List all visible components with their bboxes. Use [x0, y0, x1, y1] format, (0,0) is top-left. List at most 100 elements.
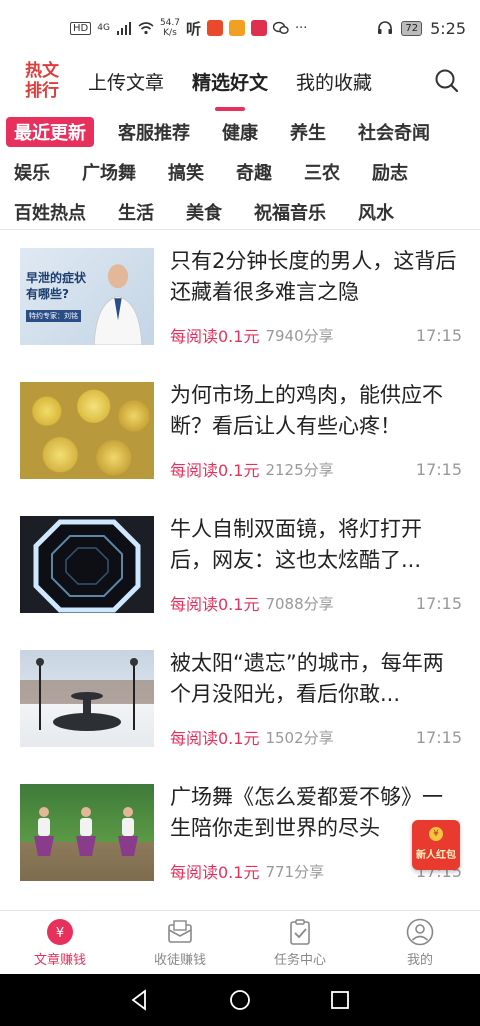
timestamp: 17:15 — [415, 459, 462, 479]
category-chips: 最近更新 客服推荐 健康 养生 社会奇闻 娱乐 广场舞 搞笑 奇趣 三农 励志 … — [0, 112, 480, 232]
net-speed: 54.7 K/s — [160, 18, 180, 38]
network-type: 4G — [97, 23, 110, 33]
category-square-dance[interactable]: 广场舞 — [74, 157, 144, 187]
article-thumbnail — [20, 382, 154, 479]
timestamp: 17:15 — [415, 593, 462, 613]
hd-label: HD — [70, 21, 92, 35]
coin-icon: ¥ — [429, 827, 443, 841]
article-thumbnail — [20, 784, 154, 881]
category-curiosities[interactable]: 奇趣 — [228, 157, 280, 187]
logo-line-2: 排行 — [25, 81, 59, 101]
category-life[interactable]: 生活 — [110, 197, 162, 227]
tab-my-favorites[interactable]: 我的收藏 — [296, 68, 372, 95]
category-inspirational[interactable]: 励志 — [364, 157, 416, 187]
battery-level: 72 — [401, 20, 423, 36]
category-social-oddities[interactable]: 社会奇闻 — [350, 117, 438, 147]
reward-text: 每阅读0.1元 — [170, 729, 260, 748]
envelope-icon — [168, 920, 192, 943]
home-icon[interactable] — [228, 988, 252, 1012]
category-food[interactable]: 美食 — [178, 197, 230, 227]
wifi-icon — [138, 22, 154, 35]
dancers-image — [34, 807, 138, 856]
share-count: 7088分享 — [265, 594, 334, 613]
bottom-nav: ¥ 文章赚钱 收徒赚钱 任务中心 我的 — [0, 910, 480, 974]
article-item[interactable]: 为何市场上的鸡肉，能供应不断？看后让人有些心疼！ 每阅读0.1元 2125分享 … — [0, 364, 480, 498]
city-square-image — [20, 658, 154, 731]
article-thumbnail: 早泄的症状有哪些? 特约专家：刘铭 — [20, 248, 154, 345]
category-latest[interactable]: 最近更新 — [6, 117, 94, 147]
app-logo[interactable]: 热文 排行 — [22, 61, 62, 101]
thumb-caption-name: 刘铭 — [64, 312, 78, 320]
category-agriculture[interactable]: 三农 — [296, 157, 348, 187]
reward-text: 每阅读0.1元 — [170, 595, 260, 614]
bottom-tab-task-center[interactable]: 任务中心 — [240, 911, 360, 974]
article-item[interactable]: 广场舞《怎么爱都爱不够》一生陪你走到世界的尽头 每阅读0.1元 771分享 17… — [0, 766, 480, 900]
category-wellness[interactable]: 养生 — [282, 117, 334, 147]
wechat-icon — [273, 21, 289, 34]
category-row-1: 最近更新 客服推荐 健康 养生 社会奇闻 — [0, 112, 480, 152]
category-funny[interactable]: 搞笑 — [160, 157, 212, 187]
bottom-tab-label: 收徒赚钱 — [153, 953, 206, 968]
app-notification-3-icon — [229, 20, 245, 36]
category-hot-topics[interactable]: 百姓热点 — [6, 197, 94, 227]
reward-text: 每阅读0.1元 — [170, 863, 260, 882]
article-title[interactable]: 被太阳“遗忘”的城市，每年两个月没阳光，看后你敢... — [170, 648, 460, 710]
category-health[interactable]: 健康 — [214, 117, 266, 147]
article-item[interactable]: 牛人自制双面镜，将灯打开后，网友：这也太炫酷了... 每阅读0.1元 7088分… — [0, 498, 480, 632]
top-nav: 热文 排行 上传文章 精选好文 我的收藏 — [0, 56, 480, 106]
timestamp: 17:15 — [415, 727, 462, 747]
back-icon[interactable] — [128, 988, 152, 1012]
share-count: 2125分享 — [265, 460, 334, 479]
red-packet-label: 新人红包 — [416, 850, 456, 861]
new-user-red-packet-button[interactable]: ¥ 新人红包 — [412, 820, 460, 870]
article-item[interactable]: 被太阳“遗忘”的城市，每年两个月没阳光，看后你敢... 每阅读0.1元 1502… — [0, 632, 480, 766]
app-notification-4-icon — [251, 20, 267, 36]
thumb-caption-label: 特约专家： — [29, 312, 64, 320]
speed-value: 54.7 — [159, 18, 180, 28]
user-icon — [406, 918, 434, 946]
headphones-icon — [378, 21, 393, 34]
article-meta: 每阅读0.1元 7940分享 17:15 — [170, 322, 462, 348]
article-meta: 每阅读0.1元 1502分享 17:15 — [170, 724, 462, 750]
tab-featured-articles[interactable]: 精选好文 — [192, 68, 268, 95]
article-thumbnail — [20, 650, 154, 747]
bottom-tab-recruit-earnings[interactable]: 收徒赚钱 — [120, 911, 240, 974]
mirror-image — [33, 519, 141, 613]
category-row-3: 百姓热点 生活 美食 祝福音乐 风水 — [0, 192, 480, 232]
search-icon[interactable] — [432, 66, 462, 96]
article-meta: 每阅读0.1元 2125分享 17:15 — [170, 456, 462, 482]
signal-icon — [116, 22, 131, 35]
logo-line-1: 热文 — [25, 61, 59, 81]
status-left: HD 4G 54.7 K/s 听 ··· — [70, 18, 307, 39]
bottom-tab-profile[interactable]: 我的 — [360, 911, 480, 974]
article-item[interactable]: 早泄的症状有哪些? 特约专家：刘铭 只有2分钟长度的男人，这背后还藏着很多难言之… — [0, 230, 480, 364]
share-count: 7940分享 — [265, 326, 334, 345]
doctor-figure — [93, 264, 143, 345]
thumb-headline: 早泄的症状有哪些? — [26, 271, 87, 301]
article-feed[interactable]: 早泄的症状有哪些? 特约专家：刘铭 只有2分钟长度的男人，这背后还藏着很多难言之… — [0, 230, 480, 910]
status-bar: HD 4G 54.7 K/s 听 ··· 72 5:25 — [0, 0, 480, 56]
article-thumbnail — [20, 516, 154, 613]
status-right: 72 5:25 — [377, 19, 466, 38]
timestamp: 17:15 — [415, 325, 462, 345]
thumb-caption: 特约专家：刘铭 — [26, 310, 81, 322]
share-count: 771分享 — [265, 862, 325, 881]
app-notification-2-icon — [207, 20, 223, 36]
speed-unit: K/s — [163, 28, 177, 38]
bottom-tab-label: 任务中心 — [273, 953, 326, 968]
recents-icon[interactable] — [328, 988, 352, 1012]
article-meta: 每阅读0.1元 7088分享 17:15 — [170, 590, 462, 616]
category-fengshui[interactable]: 风水 — [350, 197, 402, 227]
category-entertainment[interactable]: 娱乐 — [6, 157, 58, 187]
category-recommended[interactable]: 客服推荐 — [110, 117, 198, 147]
category-blessing-music[interactable]: 祝福音乐 — [246, 197, 334, 227]
reward-text: 每阅读0.1元 — [170, 327, 260, 346]
bottom-tab-label: 文章赚钱 — [33, 953, 86, 968]
tab-upload-article[interactable]: 上传文章 — [88, 68, 164, 95]
article-title[interactable]: 只有2分钟长度的男人，这背后还藏着很多难言之隐 — [170, 246, 460, 308]
article-title[interactable]: 为何市场上的鸡肉，能供应不断？看后让人有些心疼！ — [170, 380, 460, 442]
system-nav-bar — [0, 974, 480, 1026]
bottom-tab-article-earnings[interactable]: ¥ 文章赚钱 — [0, 911, 120, 974]
share-count: 1502分享 — [265, 728, 334, 747]
article-title[interactable]: 牛人自制双面镜，将灯打开后，网友：这也太炫酷了... — [170, 514, 460, 576]
